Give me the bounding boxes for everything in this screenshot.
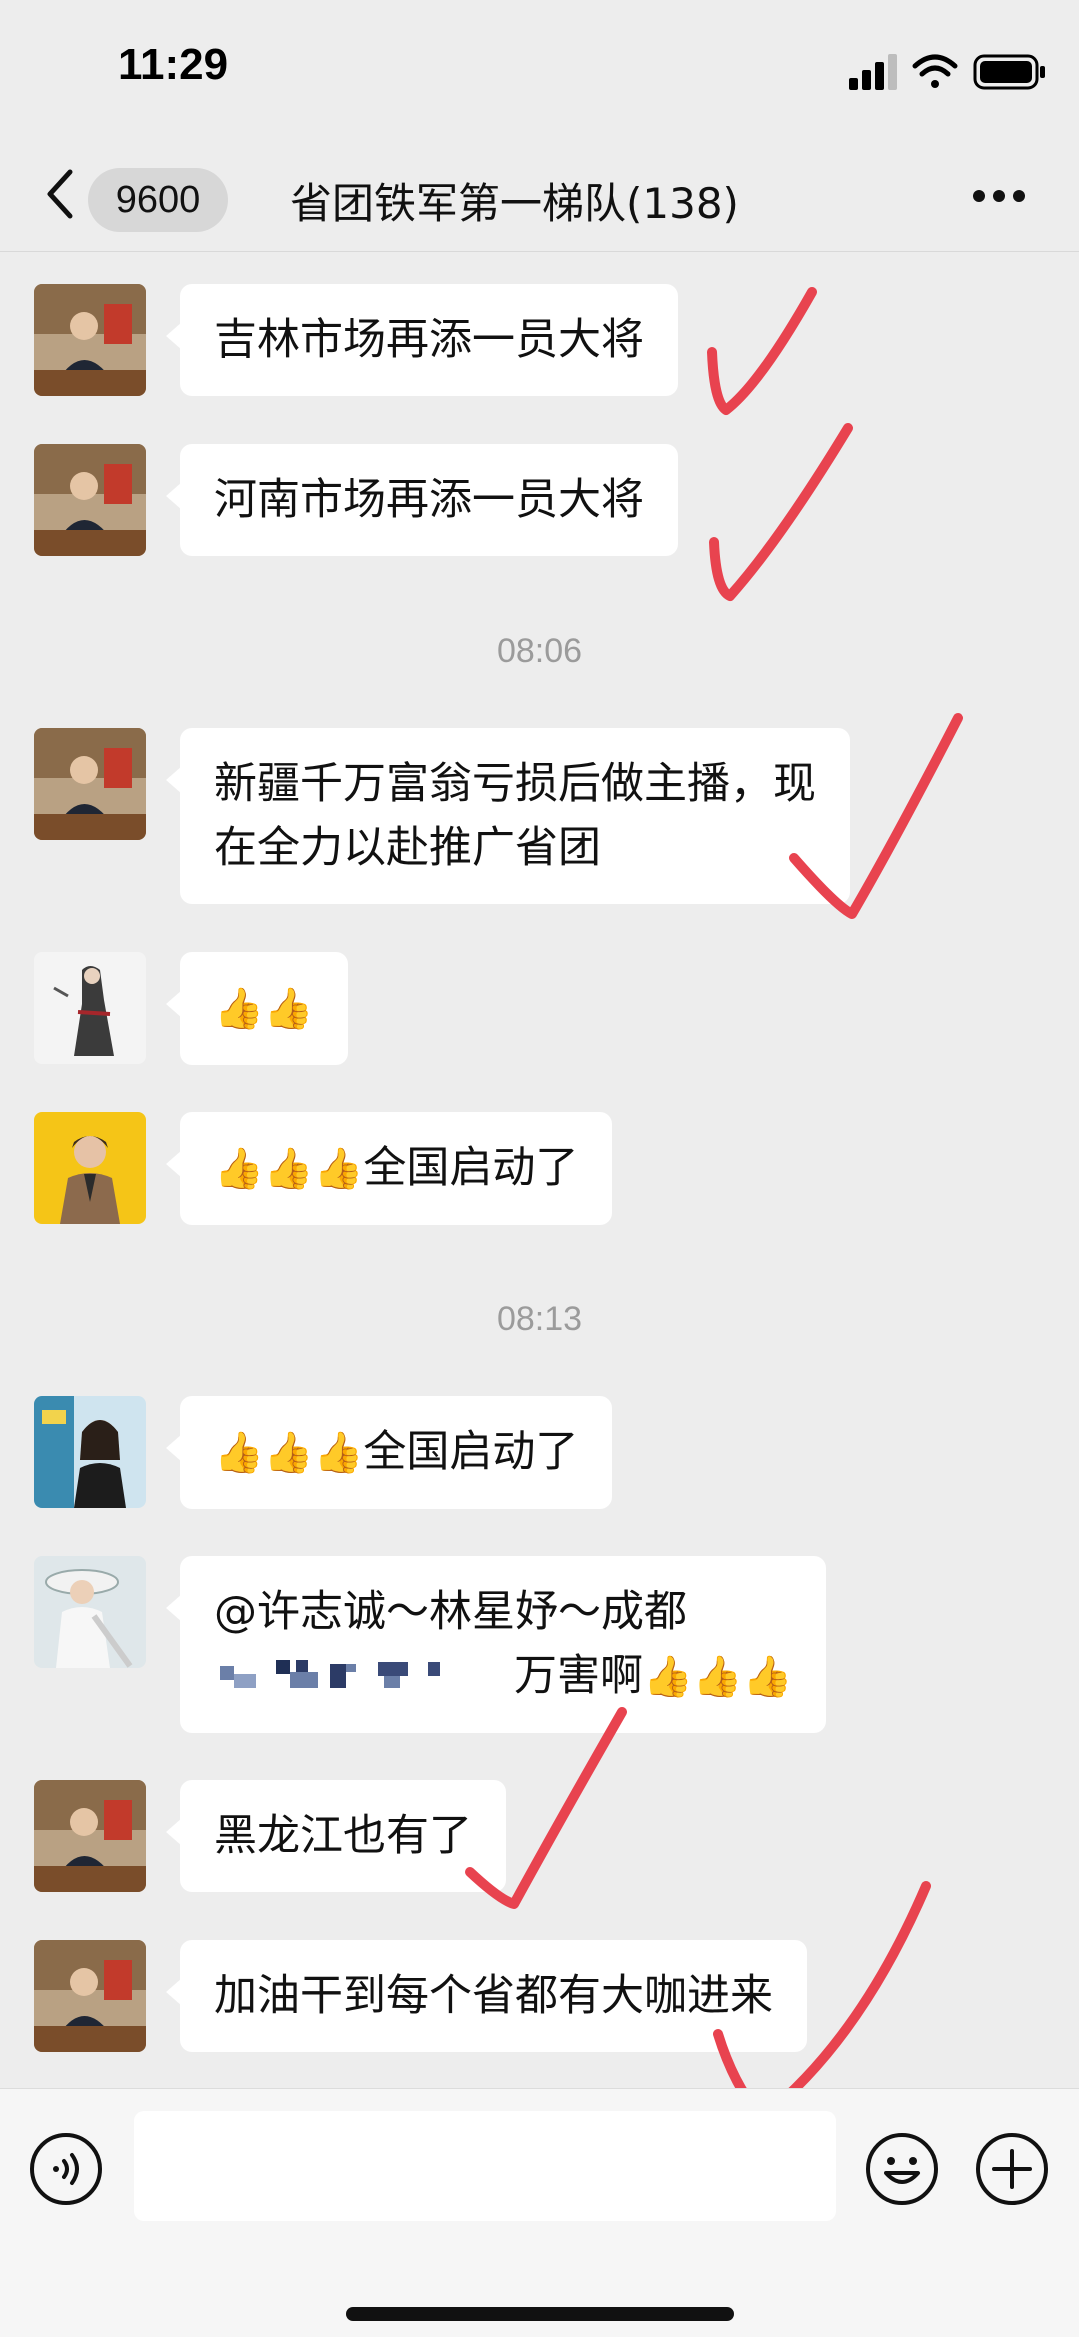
message-bubble[interactable]: 新疆千万富翁亏损后做主播，现 在全力以赴推广省团: [166, 728, 850, 904]
signal-icon: [849, 54, 897, 90]
emoji-icon[interactable]: [864, 2131, 940, 2207]
status-bar: 11:29: [0, 0, 1079, 140]
battery-icon: [973, 54, 1045, 90]
timestamp: 08:13: [496, 1300, 583, 1338]
avatar[interactable]: [34, 1780, 146, 1892]
avatar[interactable]: [34, 284, 146, 396]
message-bubble[interactable]: @许志诚～林星妤～成都 万害啊👍👍👍: [165, 1556, 827, 1733]
message-bubble[interactable]: 河南市场再添一员大将: [166, 444, 678, 556]
message-bubble[interactable]: 吉林市场再添一员大将: [166, 284, 678, 396]
unread-badge[interactable]: 9600: [88, 168, 228, 232]
status-icons: [849, 54, 1045, 90]
status-time: 11:29: [118, 40, 229, 89]
avatar[interactable]: [34, 1112, 146, 1224]
message-bubble[interactable]: 👍👍: [166, 952, 348, 1065]
message-bubble[interactable]: 黑龙江也有了: [166, 1780, 506, 1892]
redacted-mosaic: [220, 1660, 440, 1688]
more-dots-icon[interactable]: [971, 186, 1027, 206]
voice-icon[interactable]: [28, 2131, 104, 2207]
avatar[interactable]: [34, 952, 146, 1064]
message-list[interactable]: 吉林市场再添一员大将 河南市场再添一员大将 08:06 新疆千万富翁亏损后做主播…: [0, 252, 1079, 2087]
plus-icon[interactable]: [974, 2131, 1050, 2207]
avatar[interactable]: [34, 1396, 146, 1508]
message-bubble[interactable]: 加油干到每个省都有大咖进来: [166, 1940, 807, 2052]
avatar[interactable]: [34, 728, 146, 840]
message-input[interactable]: [134, 2111, 836, 2221]
avatar[interactable]: [34, 1940, 146, 2052]
wifi-icon: [912, 54, 958, 88]
avatar[interactable]: [34, 1556, 146, 1668]
back-chevron-icon[interactable]: [40, 164, 80, 224]
avatar[interactable]: [34, 444, 146, 556]
chat-header: 9600 省团铁军第一梯队(138): [0, 140, 1079, 252]
message-bubble[interactable]: 👍👍👍全国启动了: [165, 1396, 613, 1509]
home-indicator[interactable]: [346, 2307, 734, 2321]
chat-title: 省团铁军第一梯队(138): [290, 179, 739, 228]
message-bubble[interactable]: 👍👍👍全国启动了: [165, 1112, 613, 1225]
timestamp: 08:06: [496, 632, 583, 670]
input-bar: [0, 2088, 1079, 2337]
